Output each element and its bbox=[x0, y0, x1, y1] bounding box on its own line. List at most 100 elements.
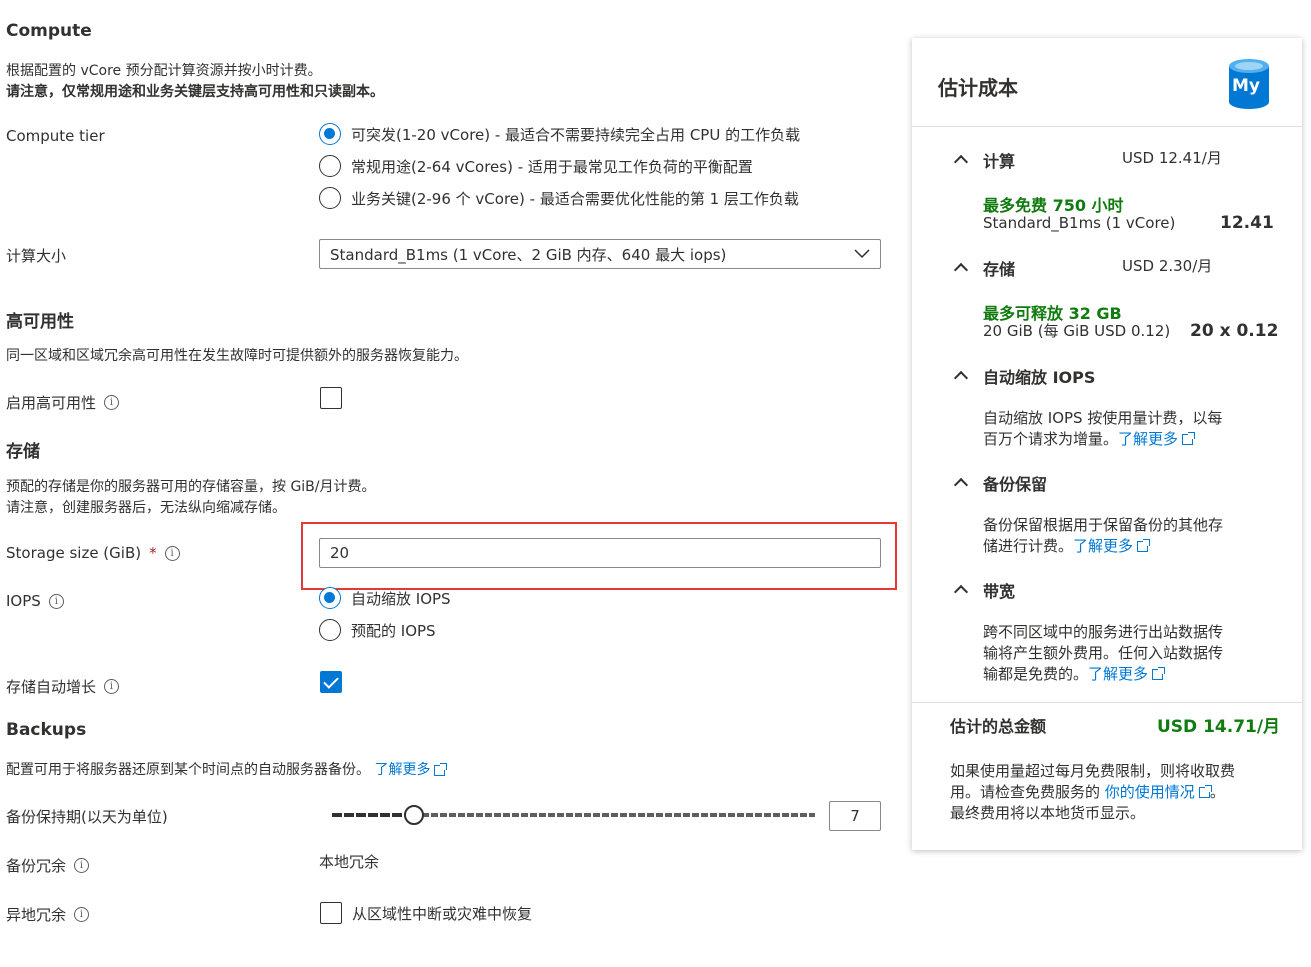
cost-storage-value: 20 x 0.12 bbox=[1190, 321, 1279, 341]
cost-backup-desc2-text: 储进行计费。 bbox=[983, 537, 1074, 555]
compute-size-label-text: 计算大小 bbox=[6, 247, 67, 265]
cost-compute-value: 12.41 bbox=[1220, 213, 1274, 233]
ha-enable-label: 启用高可用性 i bbox=[6, 392, 120, 413]
autogrow-label-text: 存储自动增长 bbox=[6, 678, 97, 696]
backups-heading: Backups bbox=[6, 720, 87, 740]
iops-radio-group: 自动缩放 IOPS 预配的 IOPS bbox=[319, 582, 451, 646]
retention-input[interactable]: 7 bbox=[829, 801, 881, 831]
learn-more-text: 了解更多 bbox=[1073, 537, 1134, 555]
cost-iops-desc2: 百万个请求为增量。了解更多 bbox=[983, 429, 1196, 450]
iops-provisioned-label: 预配的 IOPS bbox=[351, 621, 436, 640]
usage-link-text: 你的使用情况 bbox=[1104, 783, 1195, 801]
geo-redundancy-option[interactable]: 从区域性中断或灾难中恢复 bbox=[320, 902, 532, 924]
storage-heading: 存储 bbox=[6, 442, 40, 462]
info-icon[interactable]: i bbox=[74, 907, 90, 922]
geo-redundancy-option-label: 从区域性中断或灾难中恢复 bbox=[352, 904, 533, 923]
tier-burstable-option[interactable]: 可突发(1-20 vCore) - 最适合不需要持续完全占用 CPU 的工作负载 bbox=[319, 118, 800, 150]
cost-note-line1: 如果使用量超过每月免费限制，则将收取费 bbox=[950, 762, 1236, 780]
cost-total-label: 估计的总金额 bbox=[950, 717, 1047, 736]
radio-icon[interactable] bbox=[319, 619, 341, 641]
external-link-icon bbox=[434, 762, 448, 776]
usage-link[interactable]: 你的使用情况 bbox=[1104, 783, 1212, 801]
tier-business-critical-option[interactable]: 业务关键(2-96 个 vCore) - 最适合需要优化性能的第 1 层工作负载 bbox=[319, 182, 800, 214]
iops-learn-more-link[interactable]: 了解更多 bbox=[1118, 430, 1196, 448]
backup-learn-more-link[interactable]: 了解更多 bbox=[1073, 537, 1151, 555]
info-icon[interactable]: i bbox=[104, 395, 120, 410]
retention-value: 7 bbox=[850, 807, 860, 825]
external-link-icon bbox=[1198, 785, 1212, 798]
tier-general-purpose-option[interactable]: 常规用途(2-64 vCores) - 适用于最常见工作负荷的平衡配置 bbox=[319, 150, 800, 182]
external-link-icon bbox=[1137, 539, 1151, 552]
cost-bandwidth-desc2: 输将产生额外费用。任何入站数据传 bbox=[983, 644, 1224, 662]
cost-iops-desc2-text: 百万个请求为增量。 bbox=[983, 430, 1119, 448]
chevron-up-icon[interactable] bbox=[953, 261, 969, 279]
iops-autoscale-option[interactable]: 自动缩放 IOPS bbox=[319, 582, 451, 614]
slider-thumb[interactable] bbox=[404, 805, 424, 825]
backup-redundancy-label: 备份冗余 i bbox=[6, 855, 90, 876]
logo-text: My bbox=[1232, 76, 1260, 96]
chevron-down-icon bbox=[854, 245, 870, 263]
cost-compute-amount: USD 12.41/月 bbox=[1122, 149, 1222, 167]
radio-checked-icon[interactable] bbox=[319, 123, 341, 145]
retention-label-text: 备份保持期(以天为单位) bbox=[6, 808, 168, 826]
backup-redundancy-label-text: 备份冗余 bbox=[6, 857, 67, 875]
compute-size-value: Standard_B1ms (1 vCore、2 GiB 内存、640 最大 i… bbox=[330, 245, 727, 264]
backup-redundancy-value: 本地冗余 bbox=[319, 853, 380, 871]
cost-storage-detail: 20 GiB (每 GiB USD 0.12) bbox=[983, 322, 1171, 340]
cost-storage-title: 存储 bbox=[983, 260, 1016, 279]
info-icon[interactable]: i bbox=[164, 545, 180, 561]
ha-enable-checkbox[interactable] bbox=[320, 387, 342, 409]
iops-provisioned-option[interactable]: 预配的 IOPS bbox=[319, 614, 451, 646]
radio-icon[interactable] bbox=[319, 187, 341, 209]
storage-size-input[interactable]: 20 bbox=[319, 538, 881, 568]
retention-slider[interactable] bbox=[332, 805, 815, 825]
tier-business-critical-label: 业务关键(2-96 个 vCore) - 最适合需要优化性能的第 1 层工作负载 bbox=[351, 189, 799, 208]
storage-note: 请注意，创建服务器后，无法纵向缩减存储。 bbox=[6, 500, 286, 516]
geo-redundancy-label-text: 异地冗余 bbox=[6, 906, 67, 924]
slider-fill bbox=[332, 813, 414, 817]
info-icon[interactable]: i bbox=[74, 858, 90, 873]
backups-learn-more-link[interactable]: 了解更多 bbox=[374, 762, 448, 778]
cost-note-line3: 最终费用将以本地货币显示。 bbox=[950, 804, 1146, 822]
learn-more-text: 了解更多 bbox=[1088, 665, 1149, 683]
backups-description: 配置可用于将服务器还原到某个时间点的自动服务器备份。 了解更多 bbox=[6, 760, 448, 781]
compute-tier-radio-group: 可突发(1-20 vCore) - 最适合不需要持续完全占用 CPU 的工作负载… bbox=[319, 118, 800, 214]
info-icon[interactable]: i bbox=[48, 593, 64, 609]
geo-redundancy-checkbox[interactable] bbox=[320, 902, 342, 924]
cost-compute-title: 计算 bbox=[983, 152, 1016, 171]
chevron-up-icon[interactable] bbox=[953, 369, 969, 387]
external-link-icon bbox=[1182, 432, 1196, 445]
storage-size-value: 20 bbox=[330, 544, 350, 562]
compute-note: 请注意，仅常规用途和业务关键层支持高可用性和只读副本。 bbox=[6, 84, 384, 100]
cost-bandwidth-desc3: 输都是免费的。了解更多 bbox=[983, 664, 1166, 685]
storage-size-label-text: Storage size (GiB) bbox=[6, 544, 142, 562]
compute-tier-label-text: Compute tier bbox=[6, 127, 105, 145]
iops-autoscale-label: 自动缩放 IOPS bbox=[351, 589, 451, 608]
learn-more-text: 了解更多 bbox=[1118, 430, 1179, 448]
chevron-up-icon[interactable] bbox=[953, 153, 969, 171]
autogrow-checkbox[interactable] bbox=[320, 671, 342, 693]
cost-note-line2-end: 。 bbox=[1209, 783, 1225, 801]
cost-backup-desc2: 储进行计费。了解更多 bbox=[983, 536, 1151, 557]
iops-label-text: IOPS bbox=[6, 592, 41, 610]
bandwidth-learn-more-link[interactable]: 了解更多 bbox=[1088, 665, 1166, 683]
mysql-logo-icon: My bbox=[1228, 58, 1270, 110]
cost-iops-desc1: 自动缩放 IOPS 按使用量计费，以每 bbox=[983, 409, 1223, 427]
compute-size-dropdown[interactable]: Standard_B1ms (1 vCore、2 GiB 内存、640 最大 i… bbox=[319, 239, 881, 269]
radio-checked-icon[interactable] bbox=[319, 587, 341, 609]
divider bbox=[912, 702, 1302, 703]
ha-heading: 高可用性 bbox=[6, 312, 74, 332]
geo-redundancy-label: 异地冗余 i bbox=[6, 904, 90, 925]
compute-description: 根据配置的 vCore 预分配计算资源并按小时计费。 bbox=[6, 63, 322, 79]
chevron-up-icon[interactable] bbox=[953, 583, 969, 601]
radio-icon[interactable] bbox=[319, 155, 341, 177]
cost-note-line2-text: 用。请检查免费服务的 bbox=[950, 783, 1101, 801]
cost-storage-amount: USD 2.30/月 bbox=[1122, 257, 1213, 275]
info-icon[interactable]: i bbox=[104, 679, 120, 694]
divider bbox=[912, 126, 1302, 127]
ha-description: 同一区域和区域冗余高可用性在发生故障时可提供额外的服务器恢复能力。 bbox=[6, 348, 468, 364]
compute-tier-label: Compute tier bbox=[6, 127, 105, 145]
cost-bandwidth-desc1: 跨不同区域中的服务进行出站数据传 bbox=[983, 623, 1224, 641]
cost-bandwidth-title: 带宽 bbox=[983, 582, 1016, 601]
chevron-up-icon[interactable] bbox=[953, 476, 969, 494]
